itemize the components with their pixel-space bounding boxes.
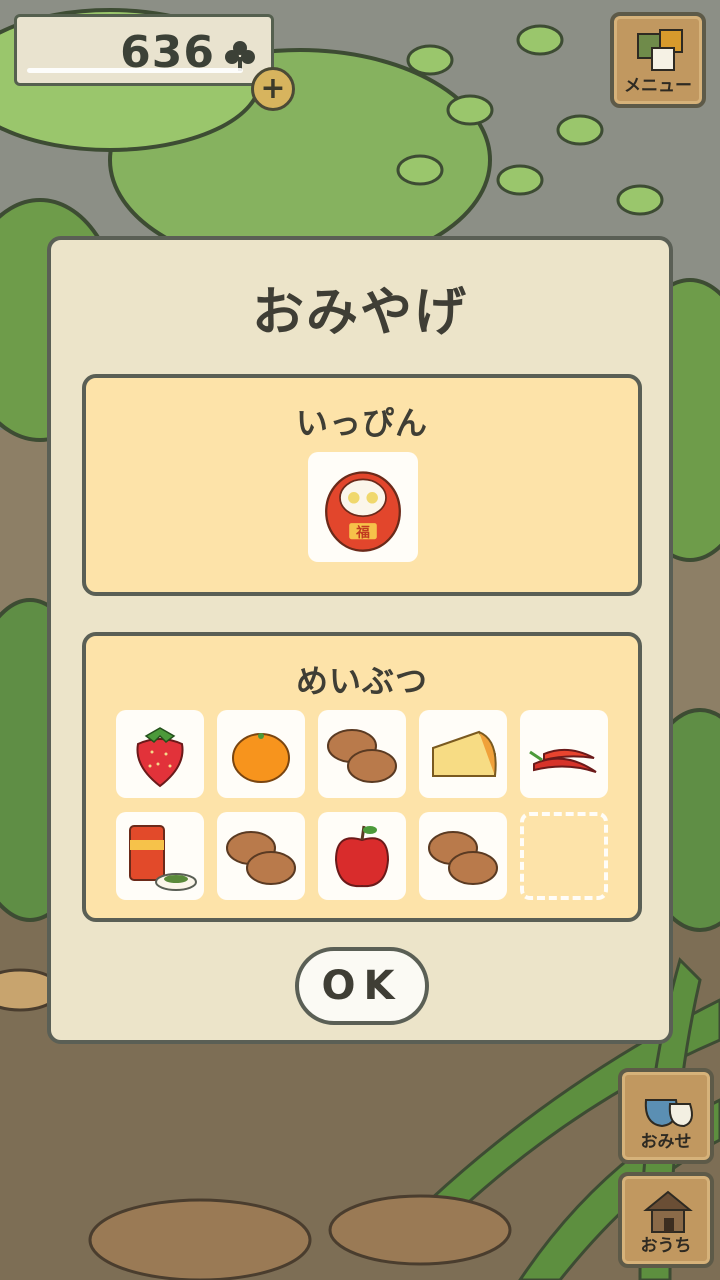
strawberry-icon bbox=[136, 727, 184, 788]
item-slot-empty bbox=[520, 812, 608, 900]
mikan-icon bbox=[232, 733, 290, 783]
rare-item-panel: いっぴん 福 bbox=[82, 374, 642, 596]
daruma-icon: 福 bbox=[325, 471, 401, 552]
plus-icon: + bbox=[260, 71, 286, 106]
item-slot-manju-2[interactable] bbox=[217, 812, 305, 900]
clover-counter: 636 bbox=[14, 14, 274, 86]
specialty-items-panel: めいぶつ bbox=[82, 632, 642, 922]
home-button[interactable]: おうち bbox=[618, 1172, 714, 1268]
svg-text:福: 福 bbox=[355, 524, 370, 541]
manju-icon bbox=[226, 831, 296, 885]
item-slot-tea[interactable] bbox=[116, 812, 204, 900]
manju-icon bbox=[327, 729, 397, 783]
item-slot-mikan[interactable] bbox=[217, 710, 305, 798]
item-slot-manju-3[interactable] bbox=[419, 812, 507, 900]
cheese-icon bbox=[432, 730, 497, 777]
tea-icon bbox=[129, 825, 197, 891]
item-slot-strawberry[interactable] bbox=[116, 710, 204, 798]
item-slot-manju-1[interactable] bbox=[318, 710, 406, 798]
ok-button[interactable]: OK bbox=[295, 947, 429, 1025]
item-slot-daruma[interactable]: 福 bbox=[308, 452, 418, 562]
house-icon bbox=[643, 1190, 693, 1233]
counter-progress-bar bbox=[27, 68, 243, 73]
add-clover-button[interactable]: + bbox=[251, 67, 295, 111]
menu-label: メニュー bbox=[624, 76, 692, 96]
manju-icon bbox=[428, 831, 498, 885]
shop-button[interactable]: おみせ bbox=[618, 1068, 714, 1164]
souvenir-dialog: おみやげ いっぴん 福 めいぶつ OK bbox=[47, 236, 673, 1044]
shop-bag-icon bbox=[644, 1099, 693, 1128]
menu-button[interactable]: メニュー bbox=[610, 12, 706, 108]
menu-icon bbox=[637, 29, 683, 71]
rare-panel-title: いっぴん bbox=[295, 404, 428, 442]
home-label: おうち bbox=[640, 1236, 692, 1256]
specialty-panel-title: めいぶつ bbox=[295, 662, 428, 700]
shop-label: おみせ bbox=[640, 1132, 692, 1152]
item-slot-chili[interactable] bbox=[520, 710, 608, 798]
chili-icon bbox=[529, 748, 597, 773]
item-slot-cheese[interactable] bbox=[419, 710, 507, 798]
item-slot-apple[interactable] bbox=[318, 812, 406, 900]
apple-icon bbox=[334, 825, 390, 888]
dialog-title: おみやげ bbox=[251, 283, 468, 343]
